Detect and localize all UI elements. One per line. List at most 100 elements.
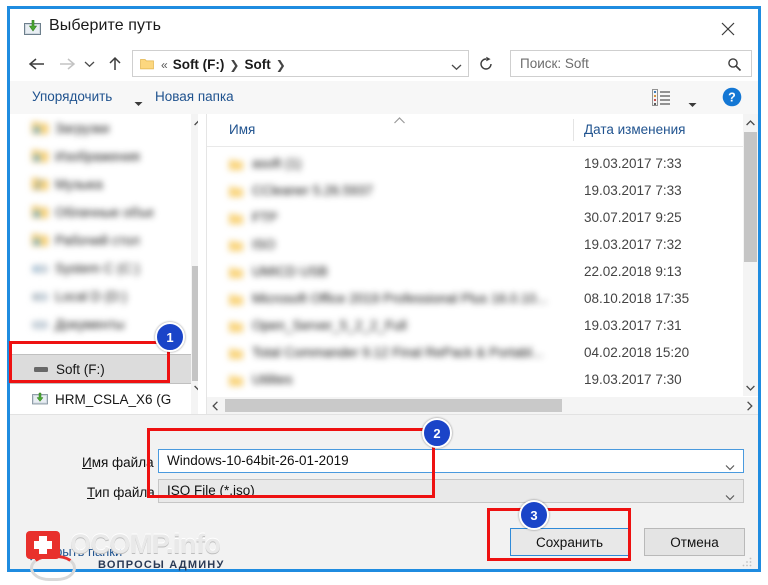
file-list-hscroll-thumb[interactable] [225,399,562,412]
step-badge-1: 1 [155,322,185,352]
folder-icon [229,320,243,332]
file-rows: asoft (1) 19.03.2017 7:33 CCleaner 5.26.… [207,146,758,414]
filename-label-rest: мя файла [91,455,154,470]
filetype-label-accel: Т [87,485,95,500]
breadcrumb-overflow[interactable]: « [161,58,168,72]
organize-button[interactable]: Упорядочить [32,89,112,104]
organize-caret-down-icon[interactable] [134,94,143,112]
file-name: asoft (1) [252,156,302,171]
table-row[interactable]: UMICD USB 22.02.2018 9:13 [207,260,758,283]
file-date: 22.02.2018 9:13 [584,264,682,279]
resize-grip-icon[interactable] [742,554,752,567]
hide-folders-caret-up-icon[interactable] [30,548,39,566]
search-box[interactable]: Поиск: Soft [510,50,752,77]
nav-tree-item[interactable]: System C (C:) [10,256,198,281]
folder-blue-icon [32,233,48,249]
file-name: Total Commander 9.12 Final RePack & Port… [252,345,544,360]
nav-tree-item-label: Документы [55,317,125,332]
table-row[interactable]: CCleaner 5.26.5937 19.03.2017 7:33 [207,179,758,202]
cancel-button-label: Отмена [670,534,719,550]
address-chevron-down-icon[interactable] [451,58,462,76]
install-arrow-icon [24,19,41,35]
filename-label: Имя файла [82,455,154,470]
nav-tree-item[interactable]: Local D (D:) [10,284,198,309]
chevron-up-icon[interactable] [743,114,758,131]
folder-icon [229,239,243,251]
step-badge-3: 3 [519,500,549,530]
arrow-right-icon [54,51,80,77]
file-list-scroll-thumb[interactable] [744,132,757,262]
folder-icon [229,266,243,278]
sidebar-item-label: HRM_CSLA_X6 (G [55,392,172,407]
arrow-left-icon[interactable] [24,51,50,77]
nav-pane-scrollbar[interactable] [191,114,198,414]
file-name: Utilites [252,372,293,387]
folder-music-icon [32,177,48,193]
nav-tree-item[interactable]: Рабочий стол [10,228,198,253]
new-folder-button[interactable]: Новая папка [155,89,234,104]
chevron-up-icon[interactable] [191,114,198,131]
chevron-down-icon[interactable] [191,379,198,396]
file-date: 19.03.2017 7:32 [584,237,682,252]
filename-label-accel: И [82,455,92,470]
breadcrumb-item-1[interactable]: Soft [244,57,270,72]
drive-icon [32,317,48,333]
chevron-right-icon[interactable] [741,397,758,414]
column-header-name[interactable]: Имя [229,122,255,137]
breadcrumb-separator[interactable]: ❯ [229,58,239,72]
view-caret-down-icon[interactable] [688,95,697,113]
hide-folders-button[interactable]: Скрыть папки [40,544,122,559]
nav-tree-item[interactable]: Музыка [10,172,198,197]
breadcrumb-separator[interactable]: ❯ [276,58,286,72]
folder-blue-icon [32,205,48,221]
view-mode-icon[interactable] [652,89,671,111]
highlight-box-3 [487,508,631,561]
filename-chevron-down-icon[interactable] [725,458,735,476]
table-row[interactable]: Open_Server_5_2_2_Full 19.03.2017 7:31 [207,314,758,337]
column-header-date[interactable]: Дата изменения [584,122,685,137]
recent-locations-chevron-down-icon[interactable] [80,51,98,77]
close-button[interactable] [708,15,748,42]
table-row[interactable]: FTP 30.07.2017 9:25 [207,206,758,229]
file-list-vertical-scrollbar[interactable] [743,114,758,396]
table-row[interactable]: asoft (1) 19.03.2017 7:33 [207,152,758,175]
file-name: FTP [252,210,278,225]
file-date: 19.03.2017 7:30 [584,372,682,387]
folder-icon [229,374,243,386]
table-row[interactable]: Microsoft Office 2019 Professional Plus … [207,287,758,310]
column-divider[interactable] [573,119,574,141]
table-row[interactable]: Utilites 19.03.2017 7:30 [207,368,758,391]
table-row[interactable]: ISO 19.03.2017 7:32 [207,233,758,256]
folder-icon [229,158,243,170]
highlight-box-2 [147,428,435,498]
file-date: 19.03.2017 7:33 [584,183,682,198]
file-name: ISO [252,237,276,252]
file-list-horizontal-scrollbar[interactable] [207,397,758,414]
folder-blue-icon [32,121,48,137]
refresh-icon[interactable] [476,54,496,74]
address-bar[interactable]: « Soft (F:) ❯ Soft ❯ [132,50,469,77]
arrow-up-icon[interactable] [102,51,128,77]
nav-pane-scroll-thumb[interactable] [192,266,198,381]
folder-icon [229,212,243,224]
sidebar-item-hrm-drive[interactable]: HRM_CSLA_X6 (G [10,387,198,412]
table-row[interactable]: Total Commander 9.12 Final RePack & Port… [207,341,758,364]
file-list-pane: Имя Дата изменения asoft (1) 19.03.2017 … [207,114,758,414]
nav-tree-item[interactable]: Изображения [10,144,198,169]
chevron-left-icon[interactable] [207,397,224,414]
breadcrumb: « Soft (F:) ❯ Soft ❯ [161,55,442,74]
file-date: 30.07.2017 9:25 [584,210,682,225]
breadcrumb-item-0[interactable]: Soft (F:) [173,57,225,72]
filetype-label-rest: ип файла [94,485,155,500]
nav-tree-item[interactable]: Загрузки [10,116,198,141]
step-badge-2: 2 [422,418,452,448]
folder-blue-icon [32,149,48,165]
nav-tree-item[interactable]: Облачные объе [10,200,198,225]
file-date: 19.03.2017 7:31 [584,318,682,333]
help-icon[interactable]: ? [722,87,742,107]
filetype-chevron-down-icon[interactable] [725,488,735,506]
folder-icon [229,347,243,359]
search-input[interactable]: Поиск: Soft [520,56,589,71]
chevron-down-icon[interactable] [743,379,758,396]
cancel-button[interactable]: Отмена [644,528,745,556]
